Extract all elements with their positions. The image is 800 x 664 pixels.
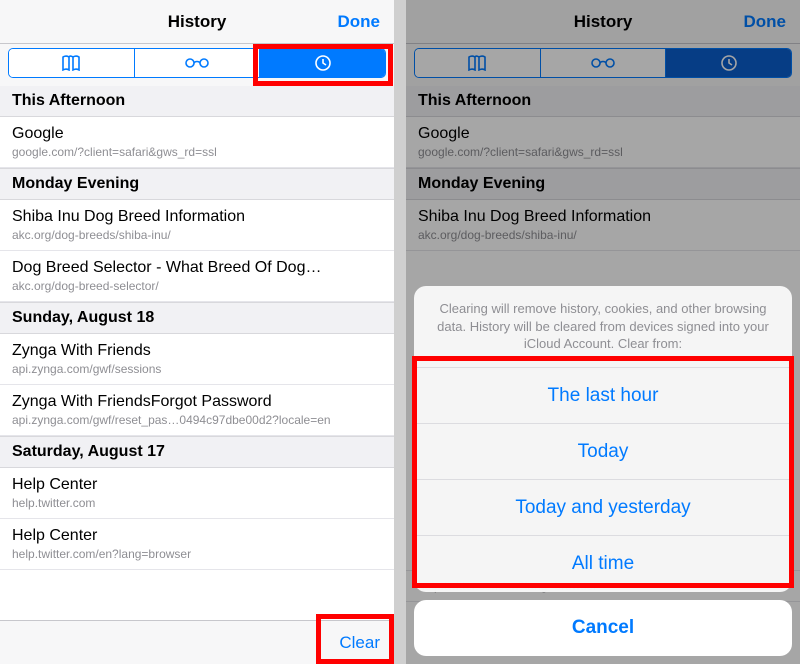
side-by-side-screens: History Done This Afternoon Google googl… — [0, 0, 800, 664]
row-url: help.twitter.com/en?lang=browser — [12, 547, 382, 561]
clear-today-yesterday-option[interactable]: Today and yesterday — [414, 480, 792, 536]
phone-right: History Done This Afternoon Google googl… — [406, 0, 800, 664]
row-title: Zynga With Friends — [12, 342, 382, 360]
tabs-segmented — [8, 48, 386, 78]
done-button[interactable]: Done — [338, 0, 381, 44]
row-title: Shiba Inu Dog Breed Information — [12, 208, 382, 226]
clear-all-time-option[interactable]: All time — [414, 536, 792, 592]
section-header: This Afternoon — [0, 86, 394, 117]
history-list: This Afternoon Google google.com/?client… — [0, 86, 394, 620]
clear-history-action-sheet: Clearing will remove history, cookies, a… — [414, 286, 792, 656]
segmented-wrap — [0, 44, 394, 86]
bottom-toolbar: Clear — [0, 620, 394, 664]
history-row[interactable]: Google google.com/?client=safari&gws_rd=… — [0, 117, 394, 168]
tab-reading-list[interactable] — [135, 49, 261, 77]
clear-today-option[interactable]: Today — [414, 424, 792, 480]
tab-bookmarks[interactable] — [9, 49, 135, 77]
row-url: api.zynga.com/gwf/reset_pas…0494c97dbe00… — [12, 413, 382, 427]
action-sheet-group: Clearing will remove history, cookies, a… — [414, 286, 792, 592]
row-url: google.com/?client=safari&gws_rd=ssl — [12, 145, 382, 159]
row-url: akc.org/dog-breeds/shiba-inu/ — [12, 228, 382, 242]
history-row[interactable]: Zynga With Friends api.zynga.com/gwf/ses… — [0, 334, 394, 385]
history-row[interactable]: Shiba Inu Dog Breed Information akc.org/… — [0, 200, 394, 251]
row-url: help.twitter.com — [12, 496, 382, 510]
row-title: Dog Breed Selector - What Breed Of Dog… — [12, 259, 382, 277]
history-row[interactable]: Zynga With FriendsForgot Password api.zy… — [0, 385, 394, 436]
history-row[interactable]: Help Center help.twitter.com/en?lang=bro… — [0, 519, 394, 570]
row-title: Google — [12, 125, 382, 143]
phone-left: History Done This Afternoon Google googl… — [0, 0, 394, 664]
row-title: Zynga With FriendsForgot Password — [12, 393, 382, 411]
history-row[interactable]: Dog Breed Selector - What Breed Of Dog… … — [0, 251, 394, 302]
clear-last-hour-option[interactable]: The last hour — [414, 368, 792, 424]
row-title: Help Center — [12, 527, 382, 545]
tab-history[interactable] — [260, 49, 385, 77]
history-row[interactable]: Help Center help.twitter.com — [0, 468, 394, 519]
glasses-icon — [184, 56, 210, 70]
page-title: History — [168, 12, 227, 32]
clock-icon — [314, 54, 332, 72]
row-url: akc.org/dog-breed-selector/ — [12, 279, 382, 293]
book-icon — [60, 55, 82, 71]
row-url: api.zynga.com/gwf/sessions — [12, 362, 382, 376]
section-header: Monday Evening — [0, 168, 394, 200]
action-sheet-message: Clearing will remove history, cookies, a… — [414, 286, 792, 368]
section-header: Sunday, August 18 — [0, 302, 394, 334]
cancel-button[interactable]: Cancel — [414, 600, 792, 656]
clear-button[interactable]: Clear — [339, 621, 380, 664]
row-title: Help Center — [12, 476, 382, 494]
navbar: History Done — [0, 0, 394, 44]
section-header: Saturday, August 17 — [0, 436, 394, 468]
